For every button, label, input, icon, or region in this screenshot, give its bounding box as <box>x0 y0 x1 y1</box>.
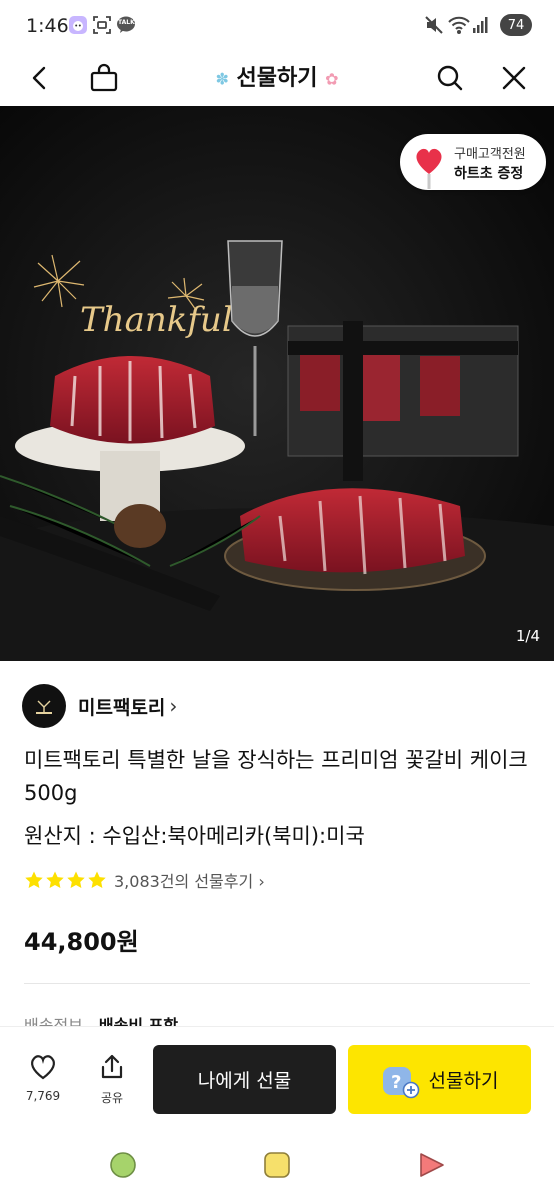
talk-notification-icon: TALK <box>116 14 136 36</box>
system-navigation-bar <box>0 1130 554 1200</box>
review-count-text: 3,083건의 선물후기 <box>114 872 254 891</box>
share-label: 공유 <box>100 1091 124 1105</box>
top-nav: ✽ 선물하기 ✿ <box>0 50 554 106</box>
search-icon <box>437 65 463 91</box>
brand-logo <box>22 684 66 728</box>
talk-label: TALK <box>118 19 135 26</box>
flower-pink-icon: ✿ <box>325 69 339 89</box>
product-title: 미트팩토리 특별한 날을 장식하는 프리미엄 꽃갈비 케이크 500g <box>24 748 528 805</box>
screenshot-icon <box>92 14 112 36</box>
home-circle-button[interactable] <box>108 1150 138 1180</box>
status-bar: 1:46 TALK 74 <box>0 0 554 50</box>
status-time: 1:46 <box>26 15 69 37</box>
divider <box>24 983 530 984</box>
star-icon <box>88 871 106 888</box>
share-button[interactable]: 공유 <box>87 1053 137 1113</box>
send-gift-label: 선물하기 <box>428 1070 499 1092</box>
review-link[interactable]: 3,083건의 선물후기 › <box>24 868 265 892</box>
heart-icon <box>31 1055 55 1080</box>
signal-icon <box>472 14 488 36</box>
svg-text:?: ? <box>391 1072 401 1093</box>
product-price: 44,800원 <box>24 928 139 956</box>
carousel-page-indicator: 1/4 <box>515 627 540 645</box>
rating-stars <box>24 870 108 890</box>
close-button[interactable] <box>492 56 536 100</box>
mute-icon <box>424 14 444 36</box>
share-icon <box>101 1054 123 1079</box>
product-image-carousel[interactable]: Thankful 구매고객전원 하트초 증정 1/4 <box>0 106 554 661</box>
recent-apps-button[interactable] <box>262 1150 292 1180</box>
triangle-nav-icon <box>420 1153 444 1177</box>
close-icon <box>502 66 526 90</box>
review-count: 3,083건의 선물후기 › <box>114 868 265 892</box>
product-origin: 원산지 : 수입산:북아메리카(북미):미국 <box>24 824 365 848</box>
promo-line1: 구매고객전원 <box>454 147 526 162</box>
wish-button[interactable]: 7,769 <box>18 1053 68 1113</box>
search-button[interactable] <box>428 56 472 100</box>
wifi-icon <box>448 14 470 36</box>
square-nav-icon <box>264 1152 290 1178</box>
star-icon <box>25 871 43 888</box>
wish-count: 7,769 <box>25 1089 61 1103</box>
cake-topper-text: Thankful <box>80 300 233 340</box>
chevron-right-icon: › <box>258 872 265 891</box>
battery-indicator: 74 <box>500 14 532 36</box>
back-nav-button[interactable] <box>416 1150 446 1180</box>
gift-to-self-button[interactable]: 나에게 선물 <box>153 1045 336 1114</box>
promo-line2: 하트초 증정 <box>454 166 524 182</box>
send-gift-button[interactable]: ? 선물하기 <box>348 1045 531 1114</box>
chevron-right-icon: › <box>169 694 178 718</box>
circle-nav-icon <box>110 1152 136 1178</box>
page-title-text: 선물하기 <box>236 66 318 91</box>
star-icon <box>46 871 64 888</box>
star-icon <box>67 871 85 888</box>
notification-app-icon <box>68 14 88 36</box>
promo-badge[interactable]: 구매고객전원 하트초 증정 <box>400 134 546 190</box>
bottom-action-bar: 7,769 공유 나에게 선물 ? 선물하기 <box>0 1026 554 1130</box>
heart-candle-icon <box>416 148 442 189</box>
gift-card-icon: ? <box>381 1063 419 1098</box>
brand-link[interactable]: 미트팩토리 › <box>22 684 177 728</box>
flower-blue-icon: ✽ <box>215 69 229 89</box>
brand-name: 미트팩토리 <box>78 696 166 719</box>
